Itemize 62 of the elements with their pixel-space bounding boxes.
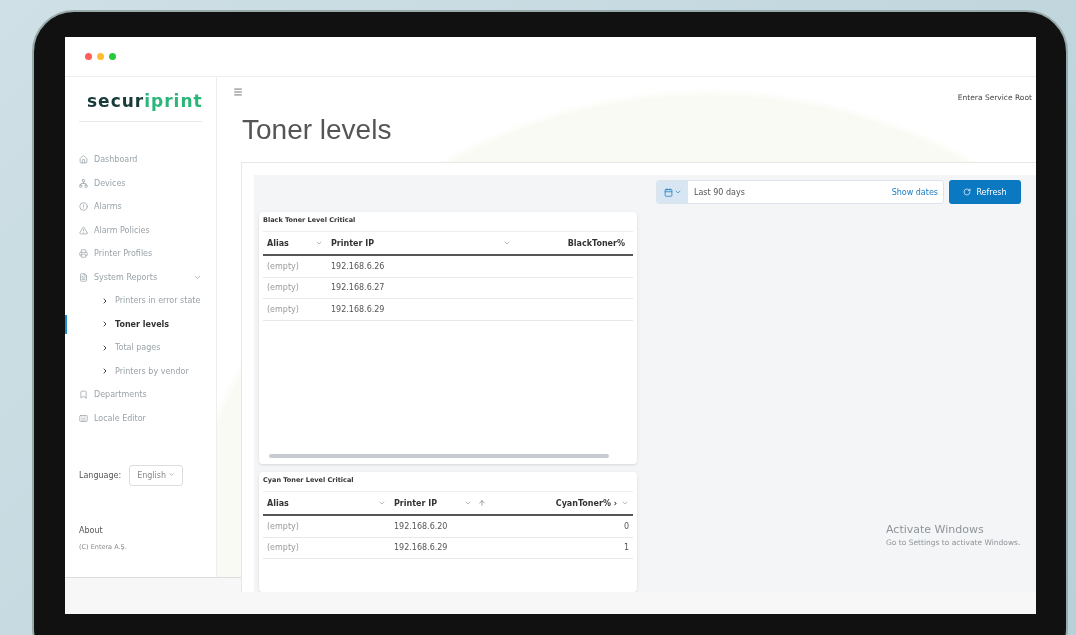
column-header[interactable]: Alias [263, 498, 390, 508]
table-cell-text: (empty) [266, 283, 300, 293]
sidebar-subitem[interactable]: Toner levels [79, 312, 202, 336]
menu-icon[interactable] [233, 87, 243, 97]
sidebar-item[interactable]: System Reports [79, 265, 202, 289]
printer-icon [79, 249, 88, 259]
selection-indicator [65, 314, 67, 334]
sidebar-item[interactable]: Alarm Policies [79, 218, 202, 242]
home-icon [79, 155, 88, 165]
column-header[interactable]: Printer IP [390, 498, 490, 508]
table-cell-text: 0 [622, 521, 630, 531]
date-range-field[interactable]: Last 90 days Show dates [656, 180, 944, 204]
table-cell-text: (empty) [266, 261, 300, 271]
activation-title: Activate Windows [886, 523, 985, 536]
refresh-button[interactable]: Refresh [949, 180, 1021, 204]
exclamation-icon [79, 202, 88, 212]
column-header[interactable]: Alias [263, 238, 327, 248]
chevron-right-icon [101, 343, 109, 352]
column-header[interactable]: BlackToner% [515, 238, 633, 248]
close-dot[interactable] [85, 53, 92, 60]
sidebar-item[interactable]: Devices [79, 171, 202, 195]
language-label: Language: [79, 471, 122, 480]
chevron-down-icon [673, 188, 682, 196]
table-cell-text: (empty) [266, 304, 300, 314]
column-header[interactable]: CyanToner% › [490, 498, 633, 508]
table-cell-text: 192.168.6.20 [393, 521, 449, 531]
minimize-dot[interactable] [97, 53, 104, 60]
warning-icon [79, 225, 88, 235]
show-dates-link[interactable]: Show dates [891, 187, 943, 197]
sidebar-item[interactable]: Printer Profiles [79, 242, 202, 266]
page-title: Toner levels [242, 114, 393, 146]
chevron-right-icon [101, 296, 109, 305]
table-cell-text: (empty) [266, 543, 300, 553]
table-cell-text: 1 [622, 543, 630, 553]
language-select[interactable]: English [129, 465, 184, 486]
sidebar-subitem[interactable]: Total pages [79, 336, 202, 360]
table-cell-text: 192.168.6.29 [393, 543, 449, 553]
calendar-button[interactable] [657, 181, 688, 203]
table-cell-text: 192.168.6.29 [330, 304, 386, 314]
sidebar-item[interactable]: Dashboard [79, 148, 202, 172]
maximize-dot[interactable] [109, 53, 116, 60]
column-header[interactable]: Printer IP [327, 238, 515, 248]
horizontal-scrollbar[interactable] [269, 454, 609, 458]
document-icon [79, 272, 88, 282]
chevron-right-icon [101, 367, 109, 376]
bookmark-icon [79, 390, 88, 400]
caret-icon [168, 471, 176, 478]
sidebar-item[interactable]: Departments [79, 383, 202, 407]
sidebar-item[interactable]: Locale Editor [79, 406, 202, 430]
sidebar-subitem[interactable]: Printers in error state [79, 289, 202, 313]
table-cell-text: (empty) [266, 521, 300, 531]
about-link[interactable]: About [79, 526, 202, 535]
network-icon [79, 178, 88, 188]
refresh-icon [963, 188, 972, 196]
logo: securiprint [87, 91, 202, 111]
chevron-right-icon [101, 320, 109, 329]
table-cell-text: 192.168.6.27 [330, 283, 386, 293]
sidebar-item[interactable]: Alarms [79, 195, 202, 219]
sidebar-subitem[interactable]: Printers by vendor [79, 359, 202, 383]
table-cell-text: 192.168.6.26 [330, 261, 386, 271]
calendar-icon [663, 187, 673, 197]
keyboard-icon [79, 413, 88, 423]
